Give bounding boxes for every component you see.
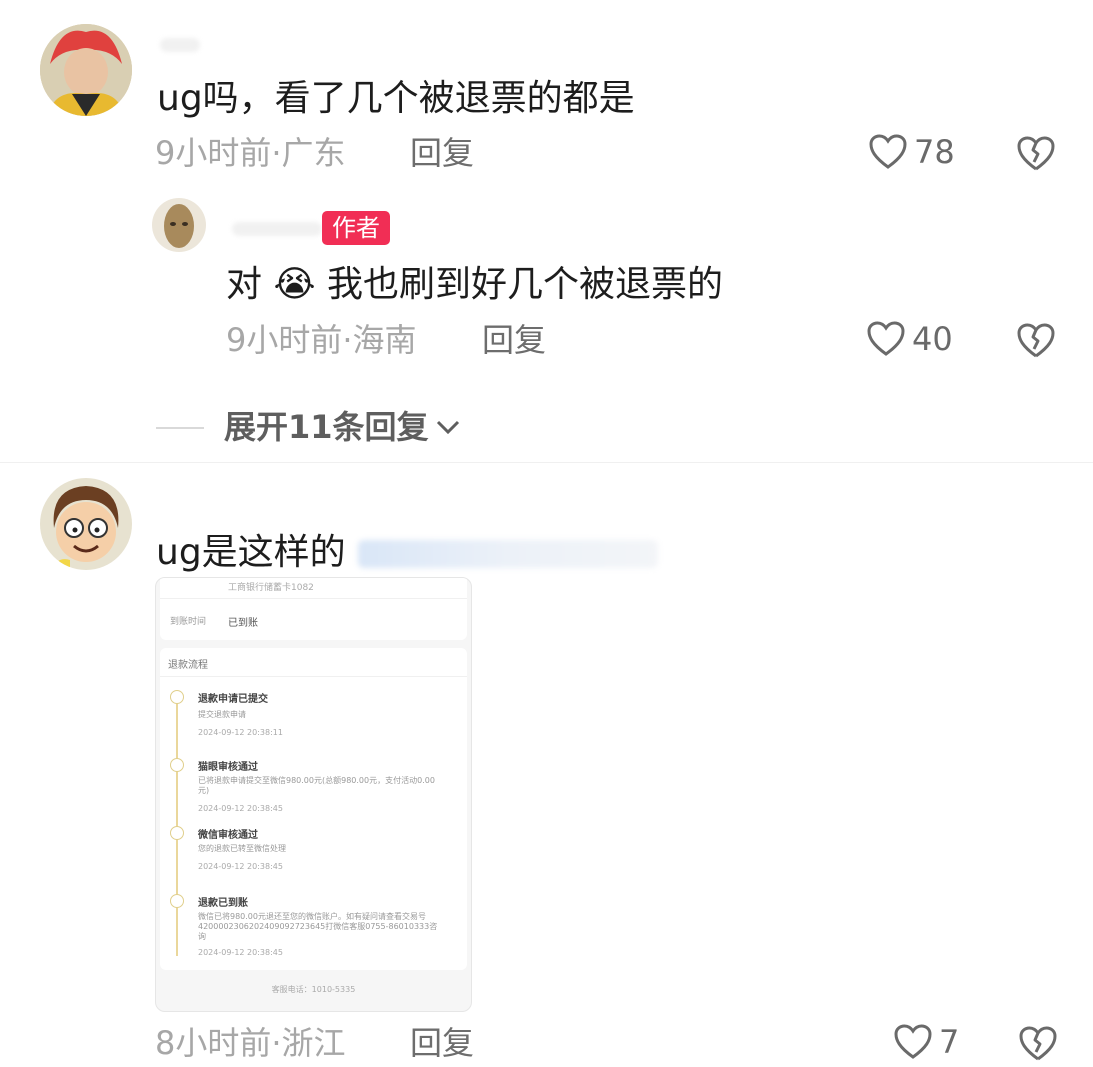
step-title: 退款已到账	[198, 898, 248, 909]
broken-heart-icon	[1017, 136, 1055, 171]
comment-time-location: 8小时前·浙江	[155, 1024, 346, 1062]
step-title: 猫眼审核通过	[198, 762, 258, 773]
author-badge: 作者	[322, 211, 390, 245]
reply-button[interactable]: 回复	[482, 322, 546, 358]
step-title: 退款申请已提交	[198, 694, 268, 705]
comment-text: ug是这样的	[156, 533, 346, 573]
step-desc: 提交退款申请	[198, 710, 246, 719]
attachment-image[interactable]: 工商银行储蓄卡1082 到账时间 已到账 退款流程 退款申请已提交 提交退款申请…	[155, 577, 472, 1012]
attachment-card-flow: 退款流程 退款申请已提交 提交退款申请 2024-09-12 20:38:11 …	[160, 648, 467, 970]
avatar[interactable]	[152, 198, 206, 252]
dislike-button[interactable]	[1016, 322, 1056, 364]
attachment-footer: 客服电话：1010-5335	[271, 985, 356, 994]
comment-text-after: 我也刷到好几个被退票的	[327, 264, 724, 305]
flow-section-title: 退款流程	[168, 660, 208, 671]
broken-heart-icon	[1017, 323, 1055, 358]
figure-avatar-icon	[152, 198, 206, 252]
flow-section-divider	[160, 676, 467, 677]
comment-text-before: 对	[226, 264, 263, 305]
arrival-value: 已到账	[228, 618, 258, 629]
heart-icon	[894, 1024, 932, 1059]
like-button[interactable]: 7	[893, 1023, 959, 1061]
username-redacted	[160, 38, 200, 52]
check-circle-icon	[170, 894, 184, 908]
step-time: 2024-09-12 20:38:45	[198, 862, 283, 871]
like-button[interactable]: 78	[868, 133, 955, 171]
reply-button[interactable]: 回复	[410, 135, 474, 171]
step-title: 微信审核通过	[198, 830, 258, 841]
check-circle-icon	[170, 826, 184, 840]
attachment-row-top: 工商银行储蓄卡1082	[228, 583, 314, 593]
expand-replies-label: 展开11条回复	[224, 408, 429, 446]
step-desc: 微信已将980.00元退还至您的微信账户。如有疑问请查看交易号420000230…	[198, 912, 438, 941]
avatar[interactable]	[40, 24, 132, 116]
check-circle-icon	[170, 690, 184, 704]
comment-time-location: 9小时前·广东	[155, 134, 346, 172]
attachment-card-top: 工商银行储蓄卡1082 到账时间 已到账	[160, 578, 467, 640]
like-count: 40	[912, 320, 953, 358]
cartoon-boy-avatar-icon	[40, 478, 132, 570]
like-button[interactable]: 40	[866, 320, 953, 358]
comment-divider	[0, 462, 1093, 463]
attachment-row-divider	[160, 598, 467, 599]
comment-time-location: 9小时前·海南	[226, 321, 417, 359]
step-time: 2024-09-12 20:38:45	[198, 948, 283, 957]
heart-icon	[869, 134, 907, 169]
check-circle-icon	[170, 758, 184, 772]
step-desc: 已将退款申请提交至微信980.00元(总额980.00元，支付活动0.00元)	[198, 776, 435, 795]
avatar[interactable]	[40, 478, 132, 570]
redacted-text-blur	[358, 540, 658, 568]
red-hair-character-avatar-icon	[40, 24, 132, 116]
step-time: 2024-09-12 20:38:11	[198, 728, 283, 737]
dislike-button[interactable]	[1016, 135, 1056, 177]
arrival-label: 到账时间	[170, 617, 207, 627]
comment-text-main: ug是这样的	[156, 532, 346, 573]
expand-divider-line	[156, 427, 204, 429]
like-count: 78	[914, 133, 955, 171]
dislike-button[interactable]	[1018, 1025, 1058, 1067]
step-time: 2024-09-12 20:38:45	[198, 804, 283, 813]
username-redacted	[232, 222, 322, 236]
expand-replies-button[interactable]: 展开11条回复	[224, 409, 461, 445]
reply-button[interactable]: 回复	[410, 1025, 474, 1061]
crying-emoji-icon: 😭	[273, 264, 316, 305]
heart-icon	[867, 321, 905, 356]
chevron-down-icon	[436, 420, 459, 435]
comment-text: 对 😭 我也刷到好几个被退票的	[226, 265, 723, 305]
broken-heart-icon	[1019, 1026, 1057, 1061]
like-count: 7	[939, 1023, 960, 1061]
comment-text: ug吗，看了几个被退票的都是	[157, 78, 635, 119]
step-desc: 您的退款已转至微信处理	[198, 844, 286, 853]
